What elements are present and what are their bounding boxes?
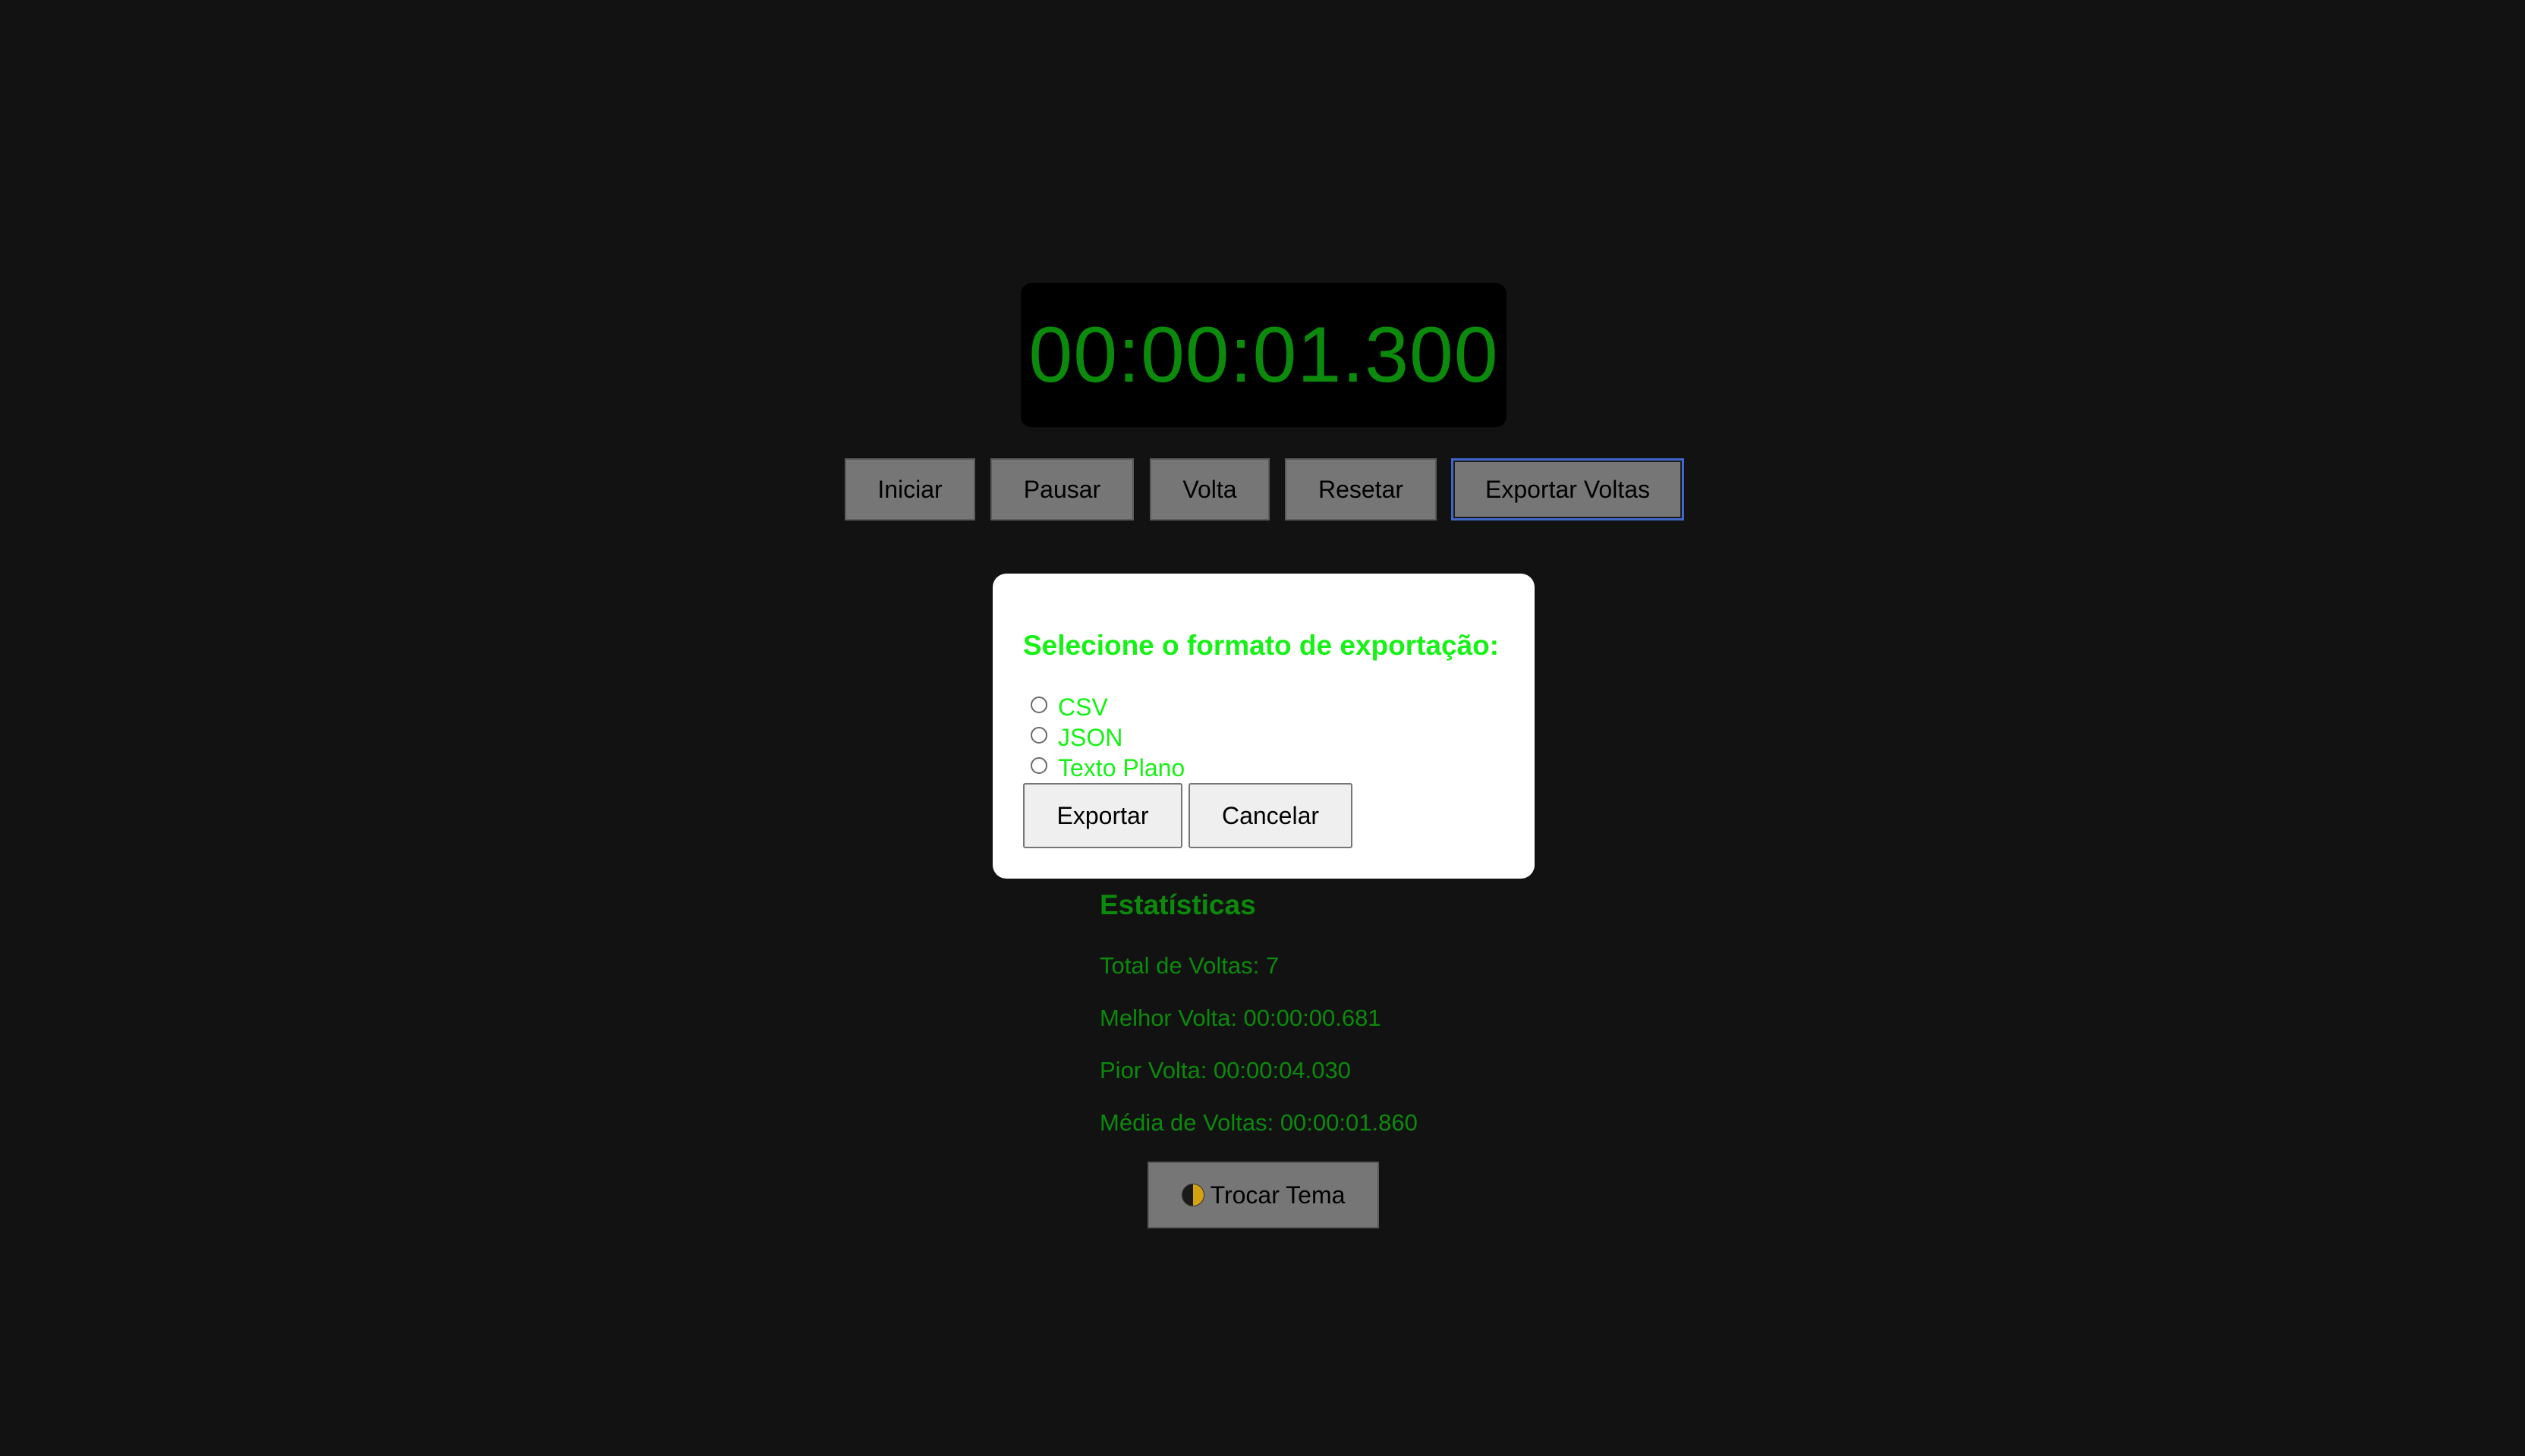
cancel-button[interactable]: Cancelar <box>1189 783 1352 848</box>
total-laps-stat: Total de Voltas: 7 <box>1100 952 1280 979</box>
export-dialog-title: Selecione o formato de exportação: <box>1023 630 1500 661</box>
stopwatch-page: 00:00:01.300 Iniciar Pausar Volta Reseta… <box>0 0 2525 1456</box>
pause-button[interactable]: Pausar <box>990 458 1134 520</box>
export-format-dialog: Selecione o formato de exportação: CSV J… <box>993 574 1535 879</box>
statistics-title: Estatísticas <box>1100 889 1256 920</box>
option-csv[interactable]: CSV <box>1031 692 1108 722</box>
json-radio[interactable] <box>1031 727 1047 744</box>
average-lap-stat: Média de Voltas: 00:00:01.860 <box>1100 1109 1418 1136</box>
toggle-theme-button[interactable]: Trocar Tema <box>1148 1162 1379 1228</box>
lap-button[interactable]: Volta <box>1150 458 1270 520</box>
start-button[interactable]: Iniciar <box>845 458 975 520</box>
plain-text-radio[interactable] <box>1031 757 1047 774</box>
csv-label: CSV <box>1058 693 1108 721</box>
csv-radio[interactable] <box>1031 697 1047 713</box>
plain-text-label: Texto Plano <box>1058 753 1185 781</box>
best-lap-stat: Melhor Volta: 00:00:00.681 <box>1100 1005 1381 1031</box>
option-plain-text[interactable]: Texto Plano <box>1031 753 1185 783</box>
timer-display: 00:00:01.300 <box>1021 283 1506 427</box>
toggle-theme-label: Trocar Tema <box>1210 1181 1346 1209</box>
half-moon-icon <box>1181 1184 1204 1206</box>
worst-lap-stat: Pior Volta: 00:00:04.030 <box>1100 1057 1351 1083</box>
export-button[interactable]: Exportar <box>1023 783 1182 848</box>
json-label: JSON <box>1058 723 1123 751</box>
reset-button[interactable]: Resetar <box>1285 458 1437 520</box>
export-laps-button[interactable]: Exportar Voltas <box>1451 458 1684 520</box>
option-json[interactable]: JSON <box>1031 722 1122 753</box>
timer-value: 00:00:01.300 <box>1028 310 1499 399</box>
